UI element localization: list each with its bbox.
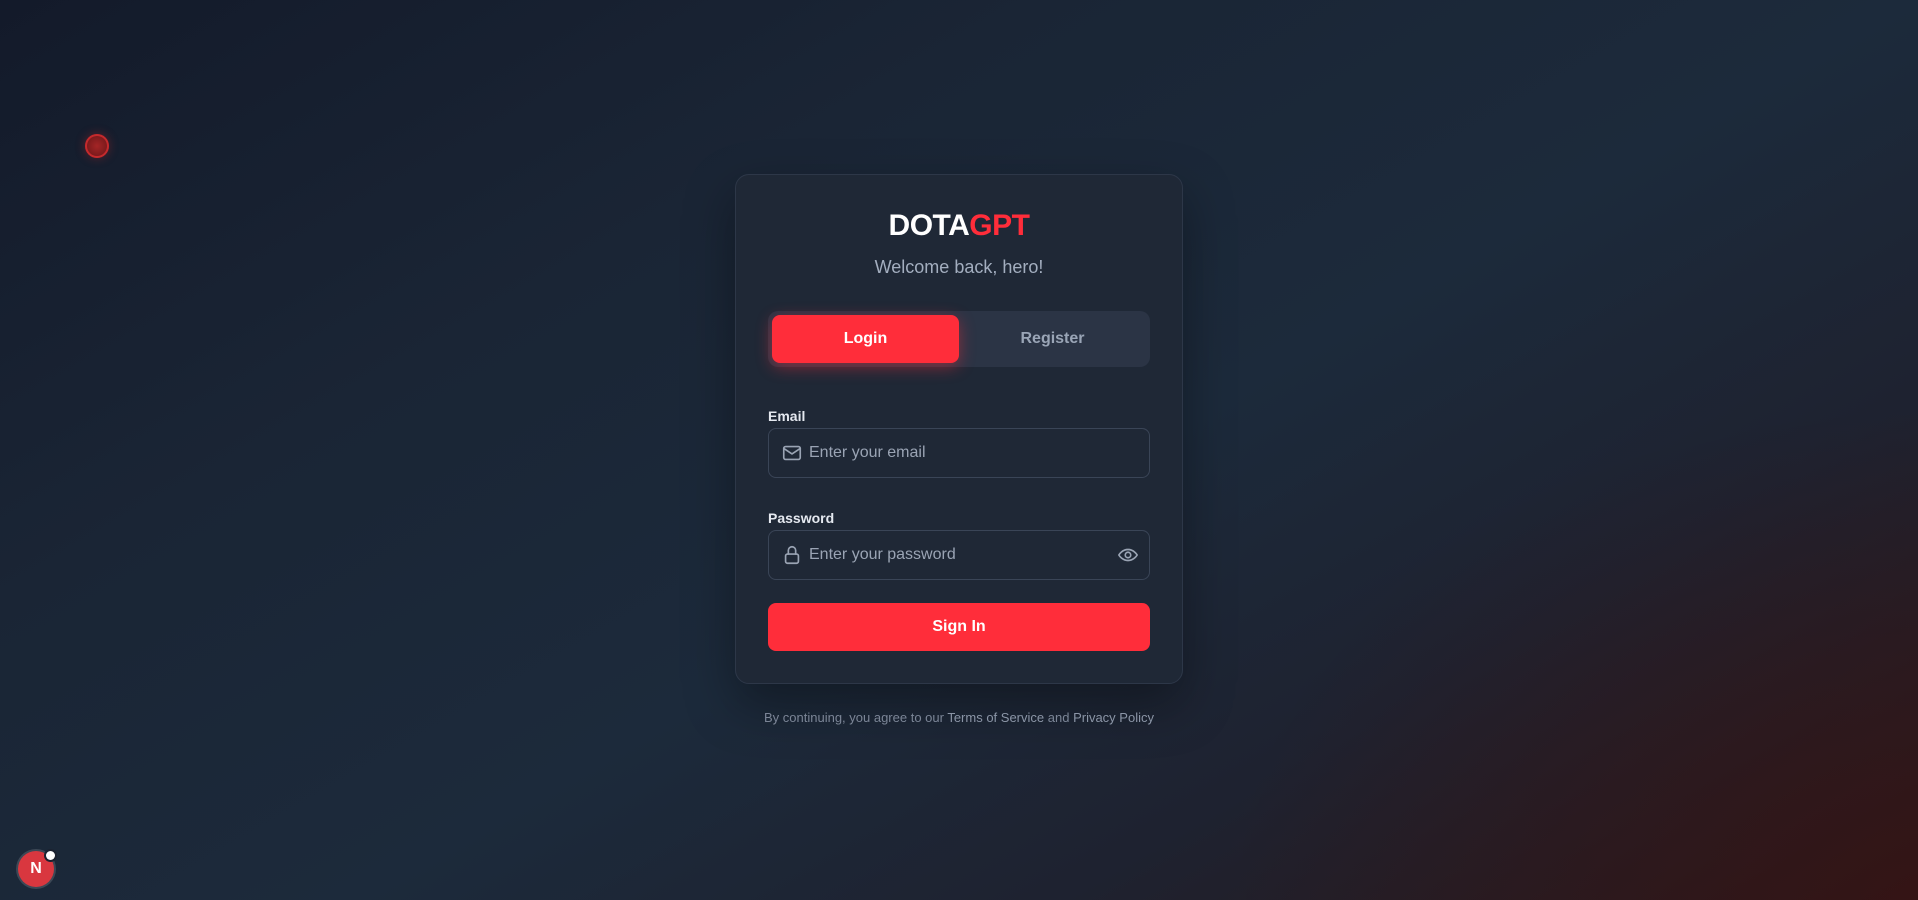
sign-in-button[interactable]: Sign In [768,603,1150,651]
terms-and: and [1044,710,1074,725]
brand-logo-part2: GPT [969,209,1030,242]
eye-icon[interactable] [1117,544,1139,566]
welcome-subtitle: Welcome back, hero! [874,257,1044,277]
auth-tabs: Login Register [768,311,1150,367]
email-field[interactable] [768,428,1150,478]
brand-logo: DOTAGPT [736,209,1182,243]
login-card: DOTAGPT Welcome back, hero! Login Regist… [735,174,1183,684]
background-glow [1218,400,1918,900]
password-input[interactable] [809,531,1109,579]
terms-of-service-link[interactable]: Terms of Service [947,710,1044,725]
tab-register[interactable]: Register [959,315,1146,363]
terms-notice: By continuing, you agree to our Terms of… [0,710,1918,725]
terms-prefix: By continuing, you agree to our [764,710,948,725]
dev-tools-status-dot [46,851,55,860]
password-label: Password [768,510,835,526]
password-field[interactable] [768,530,1150,580]
mail-icon [782,445,802,461]
email-input[interactable] [809,429,1109,477]
privacy-policy-link[interactable]: Privacy Policy [1073,710,1154,725]
record-indicator-icon[interactable] [85,134,109,158]
brand-logo-part1: DOTA [888,209,970,242]
lock-icon [784,545,800,565]
email-label: Email [768,408,806,424]
tab-login[interactable]: Login [772,315,959,363]
